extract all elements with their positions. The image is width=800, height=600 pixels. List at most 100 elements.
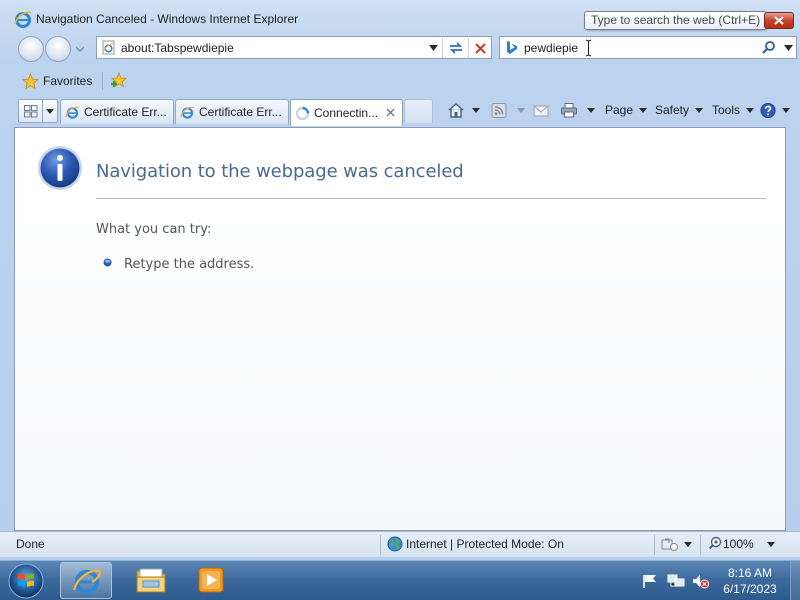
tools-menu-label: Tools xyxy=(712,103,741,117)
address-url[interactable]: about:Tabspewdiepie xyxy=(121,41,234,55)
page-content: Navigation to the webpage was canceled W… xyxy=(14,127,786,531)
chevron-down-icon xyxy=(695,107,704,113)
add-to-favorites-bar-icon[interactable] xyxy=(108,71,130,91)
ie-page-icon xyxy=(65,106,80,119)
volume-muted-icon[interactable] xyxy=(691,573,709,589)
back-button[interactable] xyxy=(18,36,44,62)
ie-window: Navigation Canceled - Windows Internet E… xyxy=(0,0,800,560)
new-tab-button[interactable] xyxy=(404,99,433,123)
ie-logo-icon xyxy=(72,569,102,595)
globe-icon xyxy=(387,536,403,552)
status-divider xyxy=(380,535,381,555)
window-title: Navigation Canceled - Windows Internet E… xyxy=(36,12,299,26)
favorites-divider xyxy=(102,72,103,90)
stop-button[interactable] xyxy=(469,38,491,58)
quick-tabs-icon xyxy=(24,105,38,118)
tools-menu[interactable]: Tools xyxy=(712,99,755,121)
pop-up-dropdown-icon[interactable] xyxy=(684,542,692,547)
zoom-icon[interactable] xyxy=(708,536,722,551)
tab-list-dropdown-icon[interactable] xyxy=(46,109,54,114)
zoom-level[interactable]: 100% xyxy=(723,537,754,551)
zoom-dropdown-icon[interactable] xyxy=(767,542,775,547)
chevron-down-icon xyxy=(639,107,648,113)
taskbar: 8:16 AM 6/17/2023 xyxy=(0,560,800,600)
home-dropdown-icon[interactable] xyxy=(472,107,480,113)
quick-tabs-button[interactable] xyxy=(18,99,58,123)
page-title: Navigation to the webpage was canceled xyxy=(96,161,464,182)
page-menu[interactable]: Page xyxy=(605,99,648,121)
mail-icon xyxy=(533,105,549,116)
search-box[interactable]: pewdiepie xyxy=(499,36,797,59)
taskbar-media-player-icon[interactable] xyxy=(197,565,225,595)
ie-page-icon xyxy=(180,106,195,119)
rss-feed-icon xyxy=(491,102,507,118)
tab-label: Certificate Err... xyxy=(199,105,282,119)
suggestion-retype-address: Retype the address. xyxy=(124,257,255,272)
tab-connecting[interactable]: Connectin... xyxy=(290,99,403,126)
status-divider xyxy=(700,535,701,555)
close-button[interactable] xyxy=(764,12,794,29)
status-divider xyxy=(654,535,655,555)
status-bar: Done Internet | Protected Mode: On 100% xyxy=(0,531,800,557)
favorites-label: Favorites xyxy=(43,74,93,88)
address-divider xyxy=(442,38,443,58)
info-icon xyxy=(38,146,82,190)
ie-logo-icon xyxy=(14,11,32,28)
status-text: Done xyxy=(16,537,45,551)
search-icon[interactable] xyxy=(761,40,776,55)
favorites-bar: Favorites xyxy=(0,64,800,96)
forward-button[interactable] xyxy=(45,36,71,62)
close-icon xyxy=(774,16,784,25)
tab-certificate-error-2[interactable]: Certificate Err... xyxy=(175,99,289,124)
search-query[interactable]: pewdiepie xyxy=(524,41,578,55)
loading-spinner-icon xyxy=(295,106,310,120)
start-button[interactable] xyxy=(6,562,46,600)
tab-label: Certificate Err... xyxy=(84,105,167,119)
address-bar[interactable]: about:Tabspewdiepie xyxy=(96,36,492,59)
home-button[interactable] xyxy=(447,99,480,121)
search-tooltip: Type to search the web (Ctrl+E) xyxy=(584,11,768,30)
favorites-button[interactable]: Favorites xyxy=(18,70,96,92)
help-icon xyxy=(760,102,776,118)
bing-icon xyxy=(507,41,517,54)
network-icon[interactable] xyxy=(667,573,685,589)
bullet-icon xyxy=(103,258,112,267)
refresh-icon xyxy=(449,42,463,54)
help-dropdown-icon[interactable] xyxy=(782,107,790,113)
help-button[interactable] xyxy=(760,99,790,121)
star-icon xyxy=(22,72,39,89)
chevron-down-icon xyxy=(746,107,755,113)
printer-icon xyxy=(561,102,577,117)
title-bar: Navigation Canceled - Windows Internet E… xyxy=(0,0,800,36)
security-zone[interactable]: Internet | Protected Mode: On xyxy=(406,537,564,551)
taskbar-windows-explorer-icon[interactable] xyxy=(135,565,167,595)
stop-icon xyxy=(474,42,486,54)
search-options-dropdown-icon[interactable] xyxy=(784,45,793,51)
feeds-dropdown-icon[interactable] xyxy=(517,107,525,113)
clock-date: 6/17/2023 xyxy=(723,582,777,596)
tab-label: Connectin... xyxy=(314,106,379,120)
safety-menu[interactable]: Safety xyxy=(655,99,704,121)
print-button[interactable] xyxy=(560,99,595,121)
close-tab-icon[interactable] xyxy=(386,108,395,117)
refresh-button[interactable] xyxy=(445,38,467,58)
tab-certificate-error-1[interactable]: Certificate Err... xyxy=(60,99,174,124)
show-desktop-button[interactable] xyxy=(790,561,800,600)
read-mail-button[interactable] xyxy=(532,99,550,121)
quick-tabs-divider xyxy=(42,100,43,122)
action-center-flag-icon[interactable] xyxy=(642,574,658,588)
tab-row: Certificate Err... Certificate Err... Co… xyxy=(0,96,800,126)
title-divider xyxy=(96,198,766,199)
what-you-can-try-label: What you can try: xyxy=(96,222,212,237)
address-dropdown-icon[interactable] xyxy=(429,45,438,51)
feeds-button[interactable] xyxy=(490,99,525,121)
system-clock[interactable]: 8:16 AM 6/17/2023 xyxy=(716,565,784,597)
clock-time: 8:16 AM xyxy=(727,566,773,580)
pop-up-blocker-icon[interactable] xyxy=(661,537,679,552)
home-icon xyxy=(448,102,464,118)
recent-pages-dropdown-icon[interactable] xyxy=(74,44,86,54)
print-dropdown-icon[interactable] xyxy=(587,107,595,113)
page-menu-label: Page xyxy=(605,103,634,117)
taskbar-internet-explorer[interactable] xyxy=(60,562,112,599)
page-icon xyxy=(102,40,115,55)
